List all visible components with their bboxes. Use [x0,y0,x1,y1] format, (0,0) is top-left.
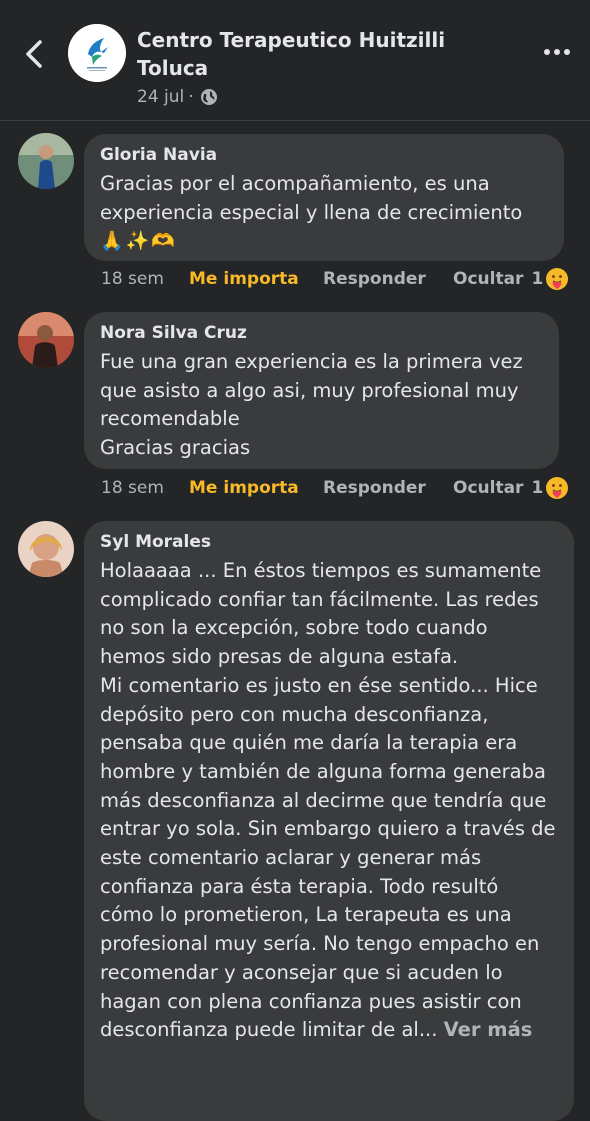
more-options-icon [544,49,570,55]
comment-author[interactable]: Nora Silva Cruz [100,322,543,344]
comment-time[interactable]: 18 sem [101,269,189,289]
comment-text-body: Holaaaaa ... En éstos tiempos es sumamen… [100,559,556,1042]
comment-time[interactable]: 18 sem [101,478,189,498]
page-avatar[interactable] [68,24,126,82]
commenter-avatar[interactable] [18,521,74,577]
avatar-photo [18,312,74,368]
back-arrow-icon [26,40,42,68]
like-button[interactable]: Me importa [189,269,323,289]
meta-separator: · [188,87,194,107]
more-options-button[interactable] [540,40,574,64]
back-button[interactable] [18,34,50,74]
comment-bubble: Nora Silva Cruz Fue una gran experiencia… [84,312,559,469]
comment-text: Fue una gran experiencia es la primera v… [100,350,523,460]
reply-button[interactable]: Responder [323,269,453,289]
comment-emoji: 🙏✨🫶 [100,230,177,253]
reaction-count[interactable]: 1 [531,478,543,498]
care-reaction-icon [546,477,569,499]
comment-actions: 18 sem Me importa Responder Ocultar 1 [101,267,569,291]
comment-text: Gracias por el acompañamiento, es una ex… [100,170,548,256]
avatar-photo [18,133,74,189]
post-header: Centro Terapeutico Huitzilli Toluca 24 j… [0,0,590,120]
hide-button[interactable]: Ocultar [453,269,523,289]
comment-bubble: Gloria Navia Gracias por el acompañamien… [84,134,564,261]
comment-text: Holaaaaa ... En éstos tiempos es sumamen… [100,557,558,1045]
post-meta: 24 jul · [137,86,218,108]
globe-icon [200,89,217,105]
post-date[interactable]: 24 jul [137,87,184,107]
avatar-photo [18,521,74,577]
commenter-avatar[interactable] [18,312,74,368]
reaction-count[interactable]: 1 [531,269,543,289]
like-button[interactable]: Me importa [189,478,323,498]
hide-button[interactable]: Ocultar [453,478,523,498]
comment-author[interactable]: Syl Morales [100,531,558,553]
hummingbird-logo-icon [68,24,126,82]
comment-bubble: Syl Morales Holaaaaa ... En éstos tiempo… [84,521,574,1121]
care-reaction-icon [546,268,569,290]
comment-text-body: Gracias por el acompañamiento, es una ex… [100,172,523,224]
reply-button[interactable]: Responder [323,478,453,498]
commenter-avatar[interactable] [18,133,74,189]
page-name[interactable]: Centro Terapeutico Huitzilli Toluca [137,26,477,82]
header-divider [0,120,590,121]
comment-author[interactable]: Gloria Navia [100,144,548,166]
comment-actions: 18 sem Me importa Responder Ocultar 1 [101,476,569,500]
see-more-link[interactable]: Ver más [444,1018,533,1041]
